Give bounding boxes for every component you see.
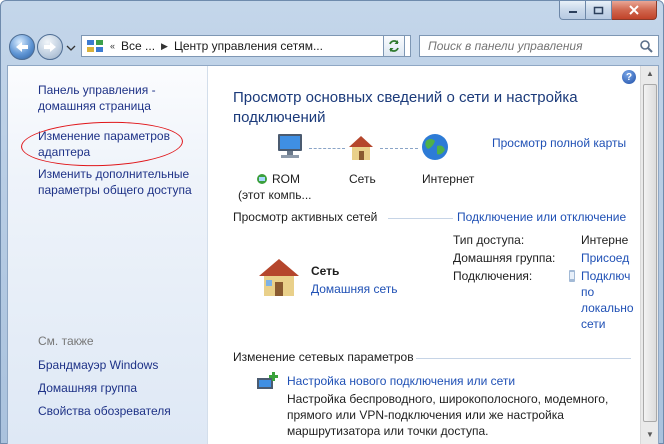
new-connection-link[interactable]: Настройка нового подключения или сети [287,374,515,388]
address-part-all[interactable]: Все ... [121,39,155,53]
address-separator-icon[interactable]: ▶ [161,41,168,52]
home-network-icon [349,136,373,160]
navigation-bar: « Все ... ▶ Центр управления сетям... ▼ [7,32,659,62]
access-type-value: Интерне [581,233,629,247]
page-title: Просмотр основных сведений о сети и наст… [233,89,578,126]
active-networks-heading: Просмотр активных сетей [233,210,378,224]
address-prefix[interactable]: « [110,41,115,51]
new-connection-desc-3: маршрутизатора или точки доступа. [287,424,489,438]
scrollbar-thumb[interactable] [643,84,657,422]
vertical-scrollbar[interactable]: ▲ ▼ [640,66,658,444]
maximize-button[interactable] [586,1,612,20]
main-pane: Просмотр основных сведений о сети и наст… [208,66,640,444]
section-divider [416,358,631,359]
back-button[interactable] [9,34,35,60]
caption-buttons [559,1,657,20]
connect-disconnect-link[interactable]: Подключение или отключение [457,210,626,224]
home-network-large-icon [259,259,299,296]
minimize-button[interactable] [559,1,586,20]
refresh-button[interactable] [383,35,405,57]
search-input[interactable] [420,39,630,53]
network-center-icon [86,38,104,54]
search-icon[interactable] [639,39,653,53]
sidebar-homegroup-link[interactable]: Домашняя группа [38,380,203,396]
network-type-link[interactable]: Домашняя сеть [311,282,397,296]
sidebar-adapter-link[interactable]: Изменение параметров адаптера [38,128,188,160]
map-connector [309,148,345,149]
recent-pages-dropdown[interactable] [65,42,77,52]
sidebar-firewall-link[interactable]: Брандмауэр Windows [38,357,203,373]
computer-icon [278,134,302,158]
search-box [419,35,659,57]
refresh-icon [389,40,399,52]
arrow-right-icon [44,42,56,52]
homegroup-label: Домашняя группа: [453,251,556,265]
new-connection-desc-1: Настройка беспроводного, широкополосного… [287,392,609,406]
change-settings-heading: Изменение сетевых параметров [233,350,414,364]
connection-link-line-4[interactable]: сети [581,317,605,331]
full-map-link[interactable]: Просмотр полной карты [492,136,626,150]
connection-link-line-1[interactable]: Подключ [581,269,630,283]
window-frame: « Все ... ▶ Центр управления сетям... ▼ … [0,0,664,444]
sidebar-sharing-link[interactable]: Изменить дополнительные параметры общего… [38,166,203,198]
connection-link-line-2[interactable]: по [581,285,594,299]
connections-label: Подключения: [453,269,533,283]
content-area: Панель управления - домашняя страница Из… [7,65,659,444]
internet-globe-icon [422,134,448,160]
map-internet-label: Интернет [422,172,475,186]
homegroup-join-link[interactable]: Присоед [581,251,629,265]
scroll-down-icon[interactable]: ▼ [644,430,656,442]
address-bar[interactable]: « Все ... ▶ Центр управления сетям... ▼ [81,35,411,57]
active-network-name: Сеть [311,264,340,278]
sidebar-home-link[interactable]: Панель управления - домашняя страница [38,82,203,114]
arrow-left-icon [16,42,28,52]
sidebar-internet-options-link[interactable]: Свойства обозревателя [38,403,203,419]
see-also-heading: См. также [38,334,94,348]
close-button[interactable] [612,1,657,20]
network-status-icon [257,174,267,184]
map-connector [380,148,418,149]
help-icon[interactable]: ? [622,70,636,84]
close-icon [629,5,639,15]
connection-link-line-3[interactable]: локально [581,301,634,315]
connection-status-icon [569,270,575,282]
section-divider [388,218,453,219]
new-connection-desc-2: прямого или VPN-подключения или же настр… [287,408,564,422]
forward-button[interactable] [37,34,63,60]
address-part-current[interactable]: Центр управления сетям... [174,39,323,53]
map-computer-name: ROM [272,172,300,186]
chevron-down-icon [66,45,76,51]
scroll-up-icon[interactable]: ▲ [644,69,656,81]
sidebar: Панель управления - домашняя страница Из… [8,66,208,444]
access-type-label: Тип доступа: [453,233,525,247]
map-computer-sub: (этот компь... [238,188,312,202]
map-network-label: Сеть [349,172,376,186]
new-connection-icon [257,372,278,389]
